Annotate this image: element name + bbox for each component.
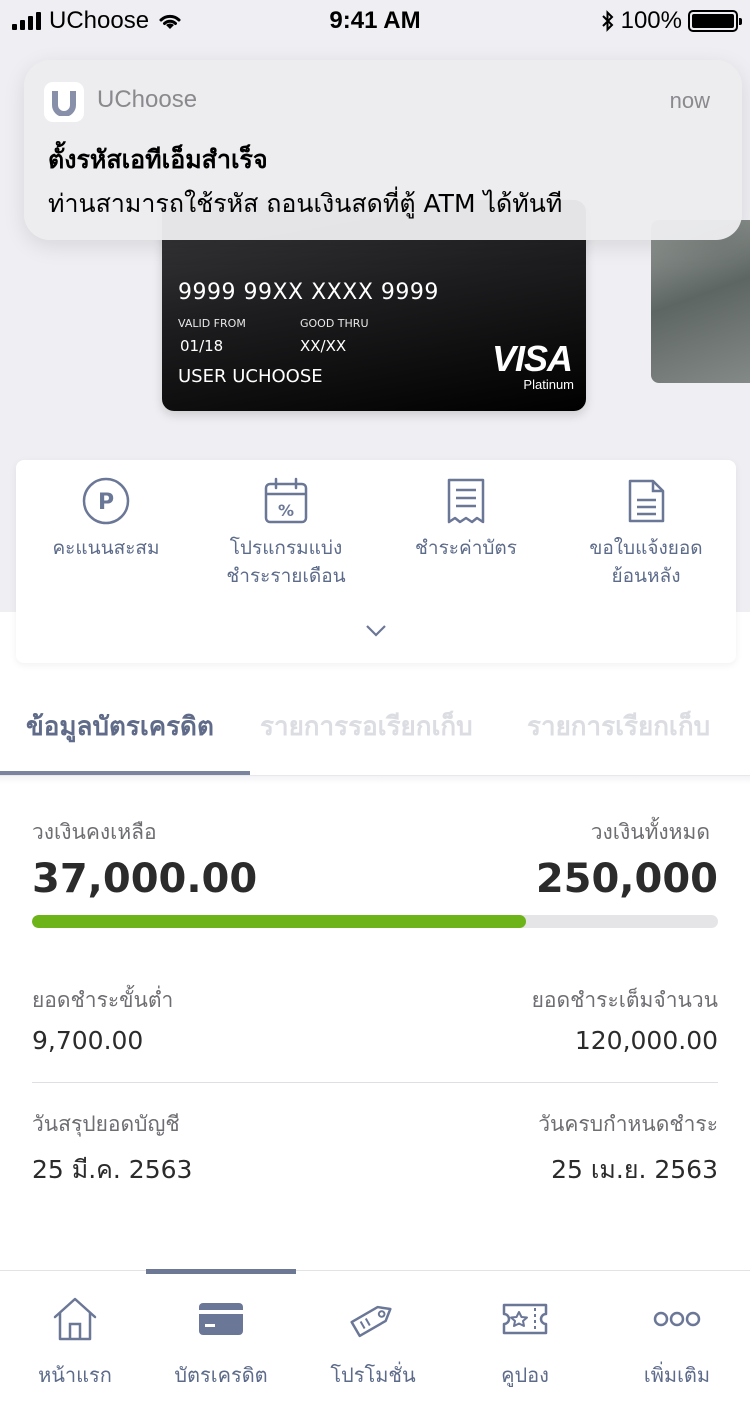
nav-label: หน้าแรก	[38, 1363, 112, 1387]
statement-date-value: 25 มี.ค. 2563	[32, 1155, 193, 1184]
svg-text:P: P	[98, 490, 114, 515]
action-statement[interactable]: ขอใบแจ้งยอด ย้อนหลัง	[556, 476, 736, 590]
credit-usage-bar	[32, 915, 718, 928]
tab-card-info[interactable]: ข้อมูลบัตรเครดิต	[26, 706, 214, 747]
bluetooth-icon	[601, 10, 614, 32]
credit-usage-fill	[32, 915, 526, 928]
nav-more[interactable]: เพิ่มเติม	[602, 1293, 750, 1391]
more-icon	[653, 1311, 701, 1327]
total-credit-value: 250,000	[535, 856, 718, 902]
bottom-navigation: หน้าแรก บัตรเครดิต โปรโมชั่น คูปอง เพิ่ม…	[0, 1269, 750, 1402]
chevron-down-icon[interactable]	[366, 620, 386, 640]
credit-card-icon	[199, 1303, 243, 1335]
valid-from-label: VALID FROM	[178, 317, 246, 330]
active-tab-indicator	[0, 771, 250, 775]
due-date-label: วันครบกำหนดชำระ	[538, 1112, 718, 1136]
notification-time: now	[669, 88, 710, 113]
battery-percent: 100%	[620, 7, 682, 34]
good-thru-value: XX/XX	[300, 337, 347, 355]
next-card-preview[interactable]	[651, 220, 750, 383]
notification-body: ท่านสามารถใช้รหัส ถอนเงินสดที่ตู้ ATM ได…	[48, 189, 563, 218]
nav-label: เพิ่มเติม	[643, 1363, 711, 1387]
status-bar: UChoose 9:41 AM 100%	[0, 0, 750, 40]
action-points[interactable]: P คะแนนสะสม	[16, 476, 196, 562]
good-thru-label: GOOD THRU	[300, 317, 369, 330]
valid-from-value: 01/18	[180, 337, 224, 355]
action-label: โปรแกรมแบ่ง ชำระรายเดือน	[226, 537, 346, 587]
statement-date-label: วันสรุปยอดบัญชี	[32, 1112, 180, 1136]
battery-icon	[688, 10, 742, 32]
action-label: ชำระค่าบัตร	[415, 537, 517, 559]
receipt-icon	[447, 478, 485, 524]
full-payment-value: 120,000.00	[574, 1026, 718, 1055]
nav-label: โปรโมชั่น	[330, 1363, 416, 1387]
coupon-icon	[502, 1303, 548, 1335]
divider	[32, 1082, 718, 1083]
action-label: ขอใบแจ้งยอด ย้อนหลัง	[589, 537, 703, 587]
statement-document-icon	[628, 479, 665, 523]
nav-label: บัตรเครดิต	[174, 1363, 268, 1387]
uchoose-app-icon	[44, 82, 84, 122]
nav-promotion[interactable]: โปรโมชั่น	[298, 1293, 448, 1391]
notification-app-name: UChoose	[97, 86, 198, 113]
card-holder-name: USER UCHOOSE	[178, 366, 323, 387]
due-date-value: 25 เม.ย. 2563	[551, 1155, 718, 1184]
card-tier: Platinum	[523, 377, 574, 392]
installment-calendar-icon: %	[264, 477, 308, 524]
action-installment[interactable]: % โปรแกรมแบ่ง ชำระรายเดือน	[196, 476, 376, 590]
min-payment-value: 9,700.00	[32, 1026, 144, 1055]
card-number: 9999 99XX XXXX 9999	[178, 280, 439, 305]
quick-actions-panel: P คะแนนสะสม % โปรแกรมแบ่ง ชำระรายเดือน ช…	[16, 460, 736, 663]
status-right: 100%	[601, 7, 742, 35]
visa-logo: VISA	[491, 338, 573, 379]
nav-credit-card[interactable]: บัตรเครดิต	[146, 1293, 296, 1391]
points-icon: P	[82, 477, 130, 525]
full-payment-label: ยอดชำระเต็มจำนวน	[531, 988, 718, 1012]
action-label: คะแนนสะสม	[52, 537, 160, 559]
tab-billed-transactions[interactable]: รายการเรียกเก็บ	[527, 706, 710, 747]
min-payment-label: ยอดชำระขั้นต่ำ	[32, 988, 174, 1012]
total-credit-label: วงเงินทั้งหมด	[590, 820, 710, 844]
tab-pending-transactions[interactable]: รายการรอเรียกเก็บ	[260, 706, 473, 747]
nav-label: คูปอง	[501, 1363, 549, 1387]
nav-active-indicator	[146, 1269, 296, 1274]
promotion-tag-icon	[350, 1305, 392, 1338]
push-notification[interactable]: UChoose now ตั้งรหัสเอทีเอ็มสำเร็จ ท่านส…	[24, 60, 742, 240]
svg-text:%: %	[278, 501, 294, 520]
available-credit-label: วงเงินคงเหลือ	[32, 820, 157, 844]
tabs-shadow	[0, 776, 750, 784]
notification-title: ตั้งรหัสเอทีเอ็มสำเร็จ	[48, 145, 268, 174]
tab-bar: ข้อมูลบัตรเครดิต รายการรอเรียกเก็บ รายกา…	[0, 680, 750, 776]
nav-home[interactable]: หน้าแรก	[0, 1293, 150, 1391]
action-pay-card[interactable]: ชำระค่าบัตร	[376, 476, 556, 562]
home-icon	[53, 1297, 97, 1341]
nav-coupon[interactable]: คูปอง	[450, 1293, 600, 1391]
available-credit-value: 37,000.00	[32, 856, 258, 902]
